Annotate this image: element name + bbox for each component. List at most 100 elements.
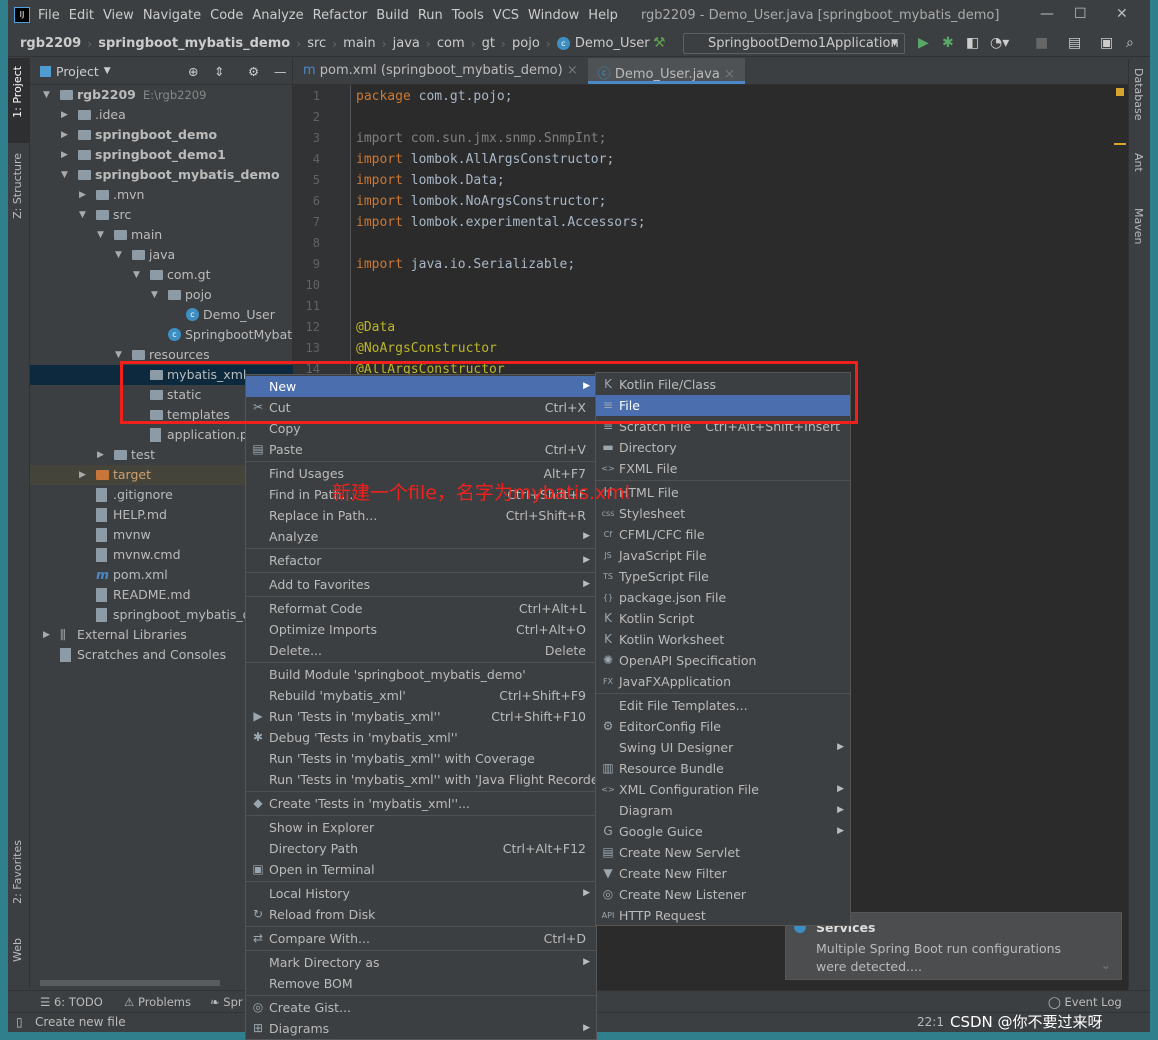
hide-icon[interactable]: — xyxy=(274,64,287,79)
tool-tab-spring[interactable]: ❧ Spr xyxy=(210,995,243,1009)
inspection-warning-icon[interactable] xyxy=(1116,88,1124,96)
tree-item-main[interactable]: ▼ main xyxy=(30,225,293,245)
tree-item-pojo[interactable]: ▼ pojo xyxy=(30,285,293,305)
terminal-icon[interactable]: ▣ xyxy=(1100,35,1113,51)
gear-icon[interactable]: ⚙ xyxy=(248,64,259,79)
new-menu-item-cfml-cfc-file[interactable]: Cf CFML/CFC file xyxy=(596,524,850,545)
expand-chevron-icon[interactable]: ⌄ xyxy=(1101,957,1111,972)
tool-tab-project[interactable]: 1: Project xyxy=(11,66,24,118)
tool-tab-todo[interactable]: ☰ 6: TODO xyxy=(40,995,103,1009)
project-structure-icon[interactable]: ▤ xyxy=(1068,35,1081,51)
new-menu-item-html-file[interactable]: H HTML File xyxy=(596,482,850,503)
expanded-arrow-icon[interactable]: ▼ xyxy=(61,165,68,185)
maximize-icon[interactable]: ☐ xyxy=(1074,6,1087,22)
new-menu-item-editorconfig-file[interactable]: ⚙ EditorConfig File xyxy=(596,716,850,737)
new-menu-item-typescript-file[interactable]: TS TypeScript File xyxy=(596,566,850,587)
menu-window[interactable]: Window xyxy=(528,8,579,23)
new-menu-item-diagram[interactable]: Diagram ▶ xyxy=(596,800,850,821)
breadcrumb-item[interactable]: springboot_mybatis_demo xyxy=(98,36,290,51)
new-menu-item-create-new-filter[interactable]: ▼ Create New Filter xyxy=(596,863,850,884)
breadcrumb-item[interactable]: rgb2209 xyxy=(20,36,81,51)
menu-help[interactable]: Help xyxy=(588,8,618,23)
tree-item-idea[interactable]: ▶ .idea xyxy=(30,105,293,125)
tree-item-springboot-demo1[interactable]: ▶ springboot_demo1 xyxy=(30,145,293,165)
new-menu-item-google-guice[interactable]: G Google Guice ▶ xyxy=(596,821,850,842)
breadcrumb-item[interactable]: gt xyxy=(482,36,495,51)
new-menu-item-create-new-servlet[interactable]: ▤ Create New Servlet xyxy=(596,842,850,863)
menu-tools[interactable]: Tools xyxy=(452,8,484,23)
context-menu-item-open-in-terminal[interactable]: ▣ Open in Terminal xyxy=(246,859,596,880)
expanded-arrow-icon[interactable]: ▼ xyxy=(151,285,158,305)
chevron-down-icon[interactable]: ▼ xyxy=(104,66,111,76)
context-menu-item-reformat-code[interactable]: Reformat Code Ctrl+Alt+L xyxy=(246,598,596,619)
breadcrumb-item[interactable]: Demo_User xyxy=(575,36,650,51)
menu-edit[interactable]: Edit xyxy=(69,8,94,23)
tab-demo-user-java[interactable]: ⓒ Demo_User.java × xyxy=(587,58,745,84)
context-menu-item-optimize-imports[interactable]: Optimize Imports Ctrl+Alt+O xyxy=(246,619,596,640)
new-menu-item-kotlin-script[interactable]: K Kotlin Script xyxy=(596,608,850,629)
new-menu-item-kotlin-worksheet[interactable]: K Kotlin Worksheet xyxy=(596,629,850,650)
collapsed-arrow-icon[interactable]: ▶ xyxy=(61,125,68,145)
tool-tab-database[interactable]: Database xyxy=(1132,68,1145,121)
collapsed-arrow-icon[interactable]: ▶ xyxy=(97,445,104,465)
new-menu-item-xml-configuration-file[interactable]: <> XML Configuration File ▶ xyxy=(596,779,850,800)
profile-icon[interactable]: ◔▾ xyxy=(990,35,1009,51)
menu-view[interactable]: View xyxy=(103,8,134,23)
expanded-arrow-icon[interactable]: ▼ xyxy=(43,85,50,105)
context-menu-item-delete[interactable]: Delete... Delete xyxy=(246,640,596,661)
context-menu-item-compare-with[interactable]: ⇄ Compare With... Ctrl+D xyxy=(246,928,596,949)
expanded-arrow-icon[interactable]: ▼ xyxy=(115,245,122,265)
tree-item-com-gt[interactable]: ▼ com.gt xyxy=(30,265,293,285)
tree-item-demo-user[interactable]: c Demo_User xyxy=(30,305,293,325)
search-icon[interactable]: ⌕ xyxy=(1126,35,1134,51)
context-menu-item-run-tests-in-mybatis-xml[interactable]: ▶ Run 'Tests in 'mybatis_xml'' Ctrl+Shift+… xyxy=(246,706,596,727)
tool-tab-web[interactable]: Web xyxy=(11,938,24,962)
tool-tab-ant[interactable]: Ant xyxy=(1132,153,1145,172)
context-menu-item-local-history[interactable]: Local History ▶ xyxy=(246,883,596,904)
new-menu-item-resource-bundle[interactable]: ▥ Resource Bundle xyxy=(596,758,850,779)
new-menu-item-javascript-file[interactable]: JS JavaScript File xyxy=(596,545,850,566)
context-menu-item-diagrams[interactable]: ⊞ Diagrams ▶ xyxy=(246,1018,596,1039)
locate-icon[interactable]: ⊕ xyxy=(188,64,198,79)
horizontal-scrollbar[interactable] xyxy=(40,980,220,986)
context-menu-item-run-tests-in-mybatis-xml-with-coverage[interactable]: Run 'Tests in 'mybatis_xml'' with Covera… xyxy=(246,748,596,769)
context-menu-item-debug-tests-in-mybatis-xml[interactable]: ✱ Debug 'Tests in 'mybatis_xml'' xyxy=(246,727,596,748)
project-view-selector[interactable]: Project xyxy=(56,64,99,79)
breadcrumb-item[interactable]: src xyxy=(307,36,326,51)
breadcrumb-item[interactable]: pojo xyxy=(512,36,540,51)
close-tab-icon[interactable]: × xyxy=(720,67,735,82)
new-menu-item-create-new-listener[interactable]: ◎ Create New Listener xyxy=(596,884,850,905)
menu-run[interactable]: Run xyxy=(418,8,443,23)
tool-tab-structure[interactable]: Z: Structure xyxy=(11,153,24,219)
tree-item-springbootmybatisd[interactable]: c SpringbootMybatisD xyxy=(30,325,293,345)
breadcrumb-item[interactable]: main xyxy=(343,36,375,51)
build-hammer-icon[interactable]: ⚒ xyxy=(653,35,666,51)
context-menu-item-refactor[interactable]: Refactor ▶ xyxy=(246,550,596,571)
code-line[interactable]: import lombok.experimental.Accessors; xyxy=(356,215,646,230)
collapsed-arrow-icon[interactable]: ▶ xyxy=(79,465,86,485)
tree-item-springboot-demo[interactable]: ▶ springboot_demo xyxy=(30,125,293,145)
code-line[interactable]: import lombok.NoArgsConstructor; xyxy=(356,194,606,209)
code-line[interactable]: @Data xyxy=(356,320,395,335)
collapsed-arrow-icon[interactable]: ▶ xyxy=(79,185,86,205)
event-log-button[interactable]: ◯ Event Log xyxy=(1048,995,1122,1009)
tree-item-src[interactable]: ▼ src xyxy=(30,205,293,225)
menu-navigate[interactable]: Navigate xyxy=(143,8,201,23)
new-menu-item-swing-ui-designer[interactable]: Swing UI Designer ▶ xyxy=(596,737,850,758)
tool-tab-maven[interactable]: Maven xyxy=(1132,208,1145,244)
new-menu-item-fxml-file[interactable]: <> FXML File xyxy=(596,458,850,479)
menu-analyze[interactable]: Analyze xyxy=(252,8,303,23)
tab-pom-xml-springboot-mybatis-demo[interactable]: m pom.xml (springboot_mybatis_demo) × xyxy=(293,58,588,84)
context-menu-item-run-tests-in-mybatis-xml-with-java-flight-recorder[interactable]: Run 'Tests in 'mybatis_xml'' with 'Java … xyxy=(246,769,607,790)
expanded-arrow-icon[interactable]: ▼ xyxy=(97,225,104,245)
expanded-arrow-icon[interactable]: ▼ xyxy=(133,265,140,285)
context-menu-item-create-gist[interactable]: ◎ Create Gist... xyxy=(246,997,596,1018)
code-line[interactable]: package com.gt.pojo; xyxy=(356,89,513,104)
debug-icon[interactable]: ✱ xyxy=(942,35,954,51)
tree-item-mvn[interactable]: ▶ .mvn xyxy=(30,185,293,205)
run-icon[interactable]: ▶ xyxy=(918,35,929,51)
stop-icon[interactable]: ■ xyxy=(1035,35,1048,51)
new-menu-item-openapi-specification[interactable]: ✺ OpenAPI Specification xyxy=(596,650,850,671)
error-stripe-mark[interactable] xyxy=(1114,143,1126,145)
code-line[interactable]: @NoArgsConstructor xyxy=(356,341,497,356)
